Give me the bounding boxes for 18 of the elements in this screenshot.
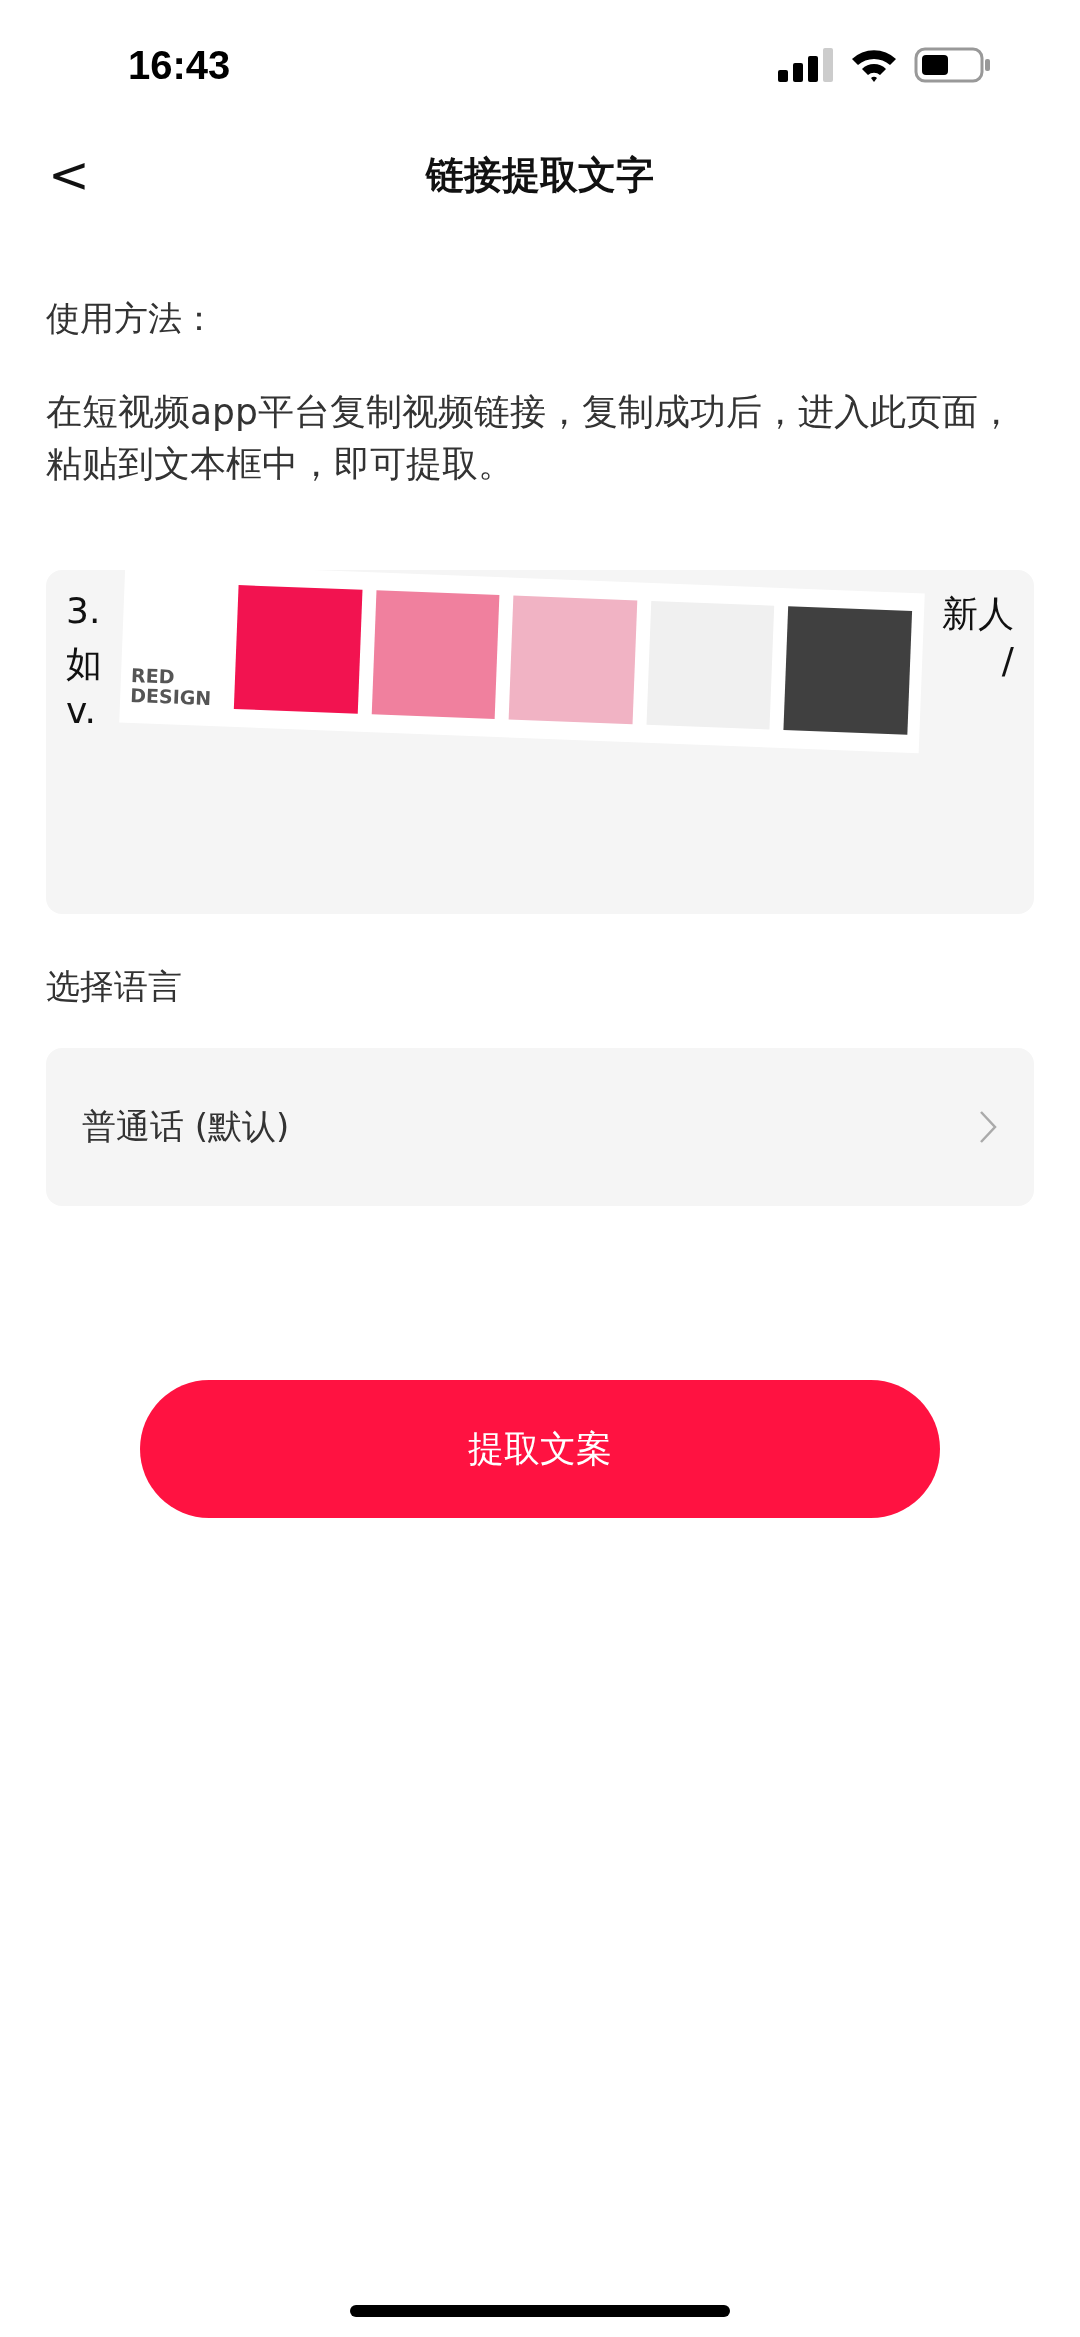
signal-icon [778,48,834,82]
usage-text: 在短视频app平台复制视频链接，复制成功后，进入此页面，粘贴到文本框中，即可提取。 [46,390,1015,486]
overlay-label: RED DESIGN [129,665,213,709]
pasted-text: 新人 [942,592,1014,636]
page-title: 链接提取文字 [426,151,654,199]
extract-button[interactable]: 提取文案 [140,1380,940,1518]
usage-heading: 使用方法： [46,297,217,340]
chevron-right-icon [978,1109,998,1145]
language-heading: 选择语言 [46,965,183,1008]
pasted-text: v. [66,690,96,733]
status-time: 16:43 [128,42,231,88]
pasted-text: / [1001,640,1014,683]
battery-icon [914,47,992,83]
pasted-text: 3. [66,590,101,633]
back-button[interactable]: < [40,140,98,210]
language-select[interactable]: 普通话 (默认) [46,1048,1034,1206]
pasted-text: 如 [66,642,102,686]
wifi-icon [850,47,898,83]
